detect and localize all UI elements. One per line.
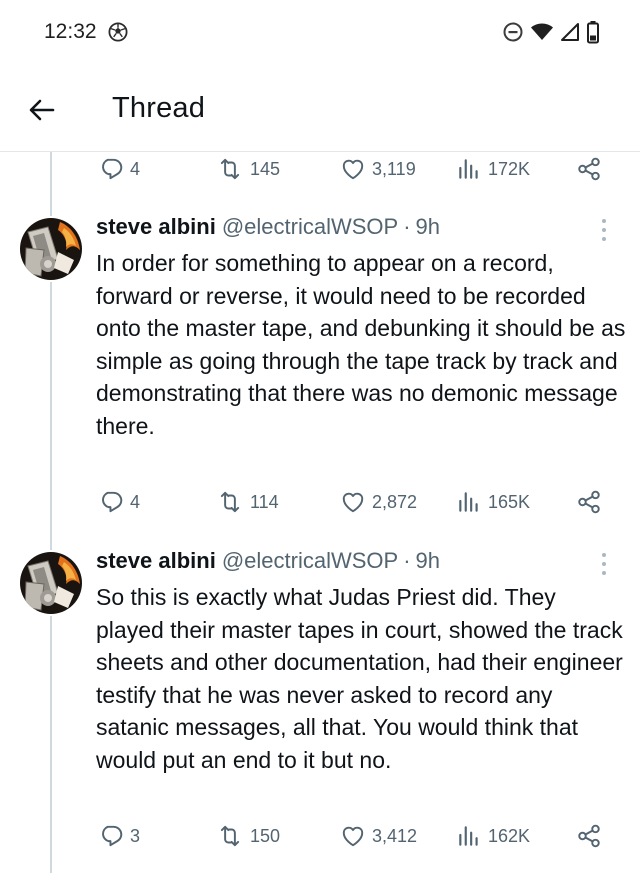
views-icon: [456, 823, 482, 849]
avatar[interactable]: [20, 552, 82, 614]
repost-icon: [216, 156, 244, 182]
repost-icon: [216, 489, 244, 515]
reply-button[interactable]: 3: [98, 818, 140, 854]
repost-count: 114: [250, 491, 279, 512]
views-button[interactable]: 165K: [456, 484, 530, 520]
like-button[interactable]: 3,119: [340, 151, 416, 187]
status-icons: [502, 20, 600, 44]
reply-icon: [98, 156, 124, 182]
views-icon: [456, 489, 482, 515]
heart-icon: [340, 823, 366, 849]
views-icon: [456, 156, 482, 182]
battery-icon: [587, 21, 599, 44]
tweet-text: In order for something to appear on a re…: [96, 250, 626, 439]
author-handle[interactable]: @electricalWSOP: [222, 548, 398, 574]
page-title: Thread: [112, 92, 206, 124]
wifi-icon: [531, 23, 553, 40]
reply-icon: [98, 489, 124, 515]
avatar[interactable]: [20, 218, 82, 280]
author-name[interactable]: steve albini: [96, 548, 216, 574]
like-button[interactable]: 2,872: [340, 484, 417, 520]
tweet-actions: 4 114 2,872 165K: [0, 484, 640, 520]
tweet-actions: 4 145 3,119 172K: [0, 151, 640, 187]
author-handle[interactable]: @electricalWSOP: [222, 214, 398, 240]
reply-icon: [98, 823, 124, 849]
tweet-actions: 3 150 3,412 162K: [0, 818, 640, 854]
like-count: 2,872: [372, 491, 418, 512]
share-icon: [576, 489, 602, 515]
tweet-text: So this is exactly what Judas Priest did…: [96, 584, 623, 773]
tweet[interactable]: steve albini @electricalWSOP · 9h So thi…: [0, 548, 640, 818]
views-button[interactable]: 162K: [456, 818, 530, 854]
repost-icon: [216, 823, 244, 849]
views-button[interactable]: 172K: [456, 151, 530, 187]
more-options-button[interactable]: [594, 550, 614, 578]
heart-icon: [340, 156, 366, 182]
share-icon: [576, 823, 602, 849]
more-options-button[interactable]: [594, 216, 614, 244]
reply-count: 3: [130, 825, 141, 846]
status-time: 12:32: [44, 20, 97, 43]
reply-button[interactable]: 4: [98, 484, 140, 520]
tweet-header: steve albini @electricalWSOP · 9h: [96, 548, 440, 576]
tweet-time[interactable]: 9h: [416, 548, 440, 574]
repost-count: 150: [250, 825, 281, 846]
share-button[interactable]: [576, 818, 602, 854]
tweet[interactable]: steve albini @electricalWSOP · 9h In ord…: [0, 214, 640, 524]
separator: ·: [403, 548, 411, 573]
author-name[interactable]: steve albini: [96, 214, 216, 240]
share-icon: [576, 156, 602, 182]
do-not-disturb-icon: [503, 22, 523, 42]
like-button[interactable]: 3,412: [340, 818, 417, 854]
views-count: 172K: [488, 158, 531, 179]
views-count: 165K: [488, 491, 531, 512]
tweet-header: steve albini @electricalWSOP · 9h: [96, 214, 440, 242]
status-bar: 12:32: [0, 0, 640, 64]
soccer-ball-icon: [108, 22, 128, 42]
repost-button[interactable]: 150: [216, 818, 280, 854]
signal-icon: [561, 23, 579, 41]
repost-count: 145: [250, 158, 281, 179]
back-button[interactable]: [22, 90, 62, 130]
repost-button[interactable]: 114: [216, 484, 279, 520]
share-button[interactable]: [576, 484, 602, 520]
app-header: Thread: [0, 64, 640, 152]
arrow-left-icon: [29, 99, 55, 121]
reply-button[interactable]: 4: [98, 151, 140, 187]
like-count: 3,119: [372, 158, 416, 179]
tweet-time[interactable]: 9h: [416, 214, 440, 240]
reply-count: 4: [130, 158, 141, 179]
views-count: 162K: [488, 825, 531, 846]
heart-icon: [340, 489, 366, 515]
separator: ·: [403, 214, 411, 239]
reply-count: 4: [130, 491, 141, 512]
like-count: 3,412: [372, 825, 418, 846]
share-button[interactable]: [576, 151, 602, 187]
repost-button[interactable]: 145: [216, 151, 280, 187]
